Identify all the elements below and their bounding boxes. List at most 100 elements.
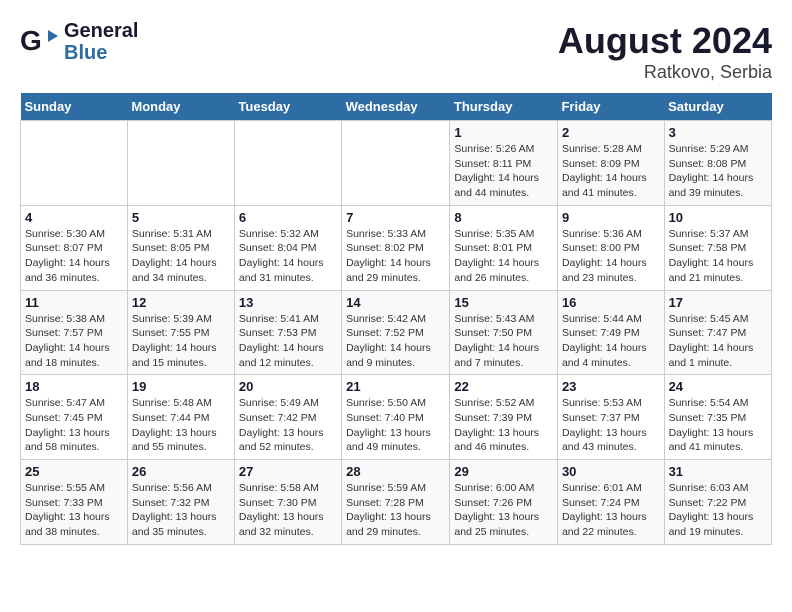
day-number: 21 [346,379,445,394]
day-cell: 28 Sunrise: 5:59 AM Sunset: 7:28 PM Dayli… [342,460,450,545]
day-number: 17 [669,295,767,310]
day-number: 8 [454,210,553,225]
day-cell: 18 Sunrise: 5:47 AM Sunset: 7:45 PM Dayli… [21,375,128,460]
day-number: 26 [132,464,230,479]
month-year: August 2024 [558,20,772,62]
week-row-1: 1 Sunrise: 5:26 AM Sunset: 8:11 PM Daylig… [21,121,772,206]
day-cell: 2 Sunrise: 5:28 AM Sunset: 8:09 PM Daylig… [557,121,664,206]
day-number: 22 [454,379,553,394]
day-info: Sunrise: 5:43 AM Sunset: 7:50 PM Dayligh… [454,312,553,371]
day-info: Sunrise: 5:36 AM Sunset: 8:00 PM Dayligh… [562,227,660,286]
day-info: Sunrise: 5:39 AM Sunset: 7:55 PM Dayligh… [132,312,230,371]
day-info: Sunrise: 6:00 AM Sunset: 7:26 PM Dayligh… [454,481,553,540]
day-info: Sunrise: 5:42 AM Sunset: 7:52 PM Dayligh… [346,312,445,371]
calendar-header-row: SundayMondayTuesdayWednesdayThursdayFrid… [21,93,772,121]
title-block: August 2024 Ratkovo, Serbia [558,20,772,83]
logo-icon: G [20,26,60,58]
day-number: 11 [25,295,123,310]
svg-text:G: G [20,26,42,56]
day-cell: 1 Sunrise: 5:26 AM Sunset: 8:11 PM Daylig… [450,121,558,206]
day-cell: 8Sunrise: 5:35 AM Sunset: 8:01 PM Daylig… [450,205,558,290]
day-number: 9 [562,210,660,225]
day-cell: 21 Sunrise: 5:50 AM Sunset: 7:40 PM Dayli… [342,375,450,460]
day-info: Sunrise: 5:38 AM Sunset: 7:57 PM Dayligh… [25,312,123,371]
day-info: Sunrise: 5:32 AM Sunset: 8:04 PM Dayligh… [239,227,337,286]
day-info: Sunrise: 5:29 AM Sunset: 8:08 PM Dayligh… [669,142,767,201]
day-cell [234,121,341,206]
header-day-thursday: Thursday [450,93,558,121]
day-cell: 6 Sunrise: 5:32 AM Sunset: 8:04 PM Daylig… [234,205,341,290]
day-number: 29 [454,464,553,479]
day-info: Sunrise: 5:55 AM Sunset: 7:33 PM Dayligh… [25,481,123,540]
day-cell: 27Sunrise: 5:58 AM Sunset: 7:30 PM Dayli… [234,460,341,545]
day-cell: 14Sunrise: 5:42 AM Sunset: 7:52 PM Dayli… [342,290,450,375]
day-number: 24 [669,379,767,394]
day-cell: 20 Sunrise: 5:49 AM Sunset: 7:42 PM Dayli… [234,375,341,460]
day-info: Sunrise: 5:54 AM Sunset: 7:35 PM Dayligh… [669,396,767,455]
day-cell: 19 Sunrise: 5:48 AM Sunset: 7:44 PM Dayli… [127,375,234,460]
day-number: 25 [25,464,123,479]
header-day-tuesday: Tuesday [234,93,341,121]
day-number: 6 [239,210,337,225]
day-number: 1 [454,125,553,140]
header-day-monday: Monday [127,93,234,121]
day-cell: 3Sunrise: 5:29 AM Sunset: 8:08 PM Daylig… [664,121,771,206]
day-cell [127,121,234,206]
day-cell: 4 Sunrise: 5:30 AM Sunset: 8:07 PM Daylig… [21,205,128,290]
day-number: 10 [669,210,767,225]
day-info: Sunrise: 5:26 AM Sunset: 8:11 PM Dayligh… [454,142,553,201]
header-day-saturday: Saturday [664,93,771,121]
day-number: 4 [25,210,123,225]
day-cell: 29 Sunrise: 6:00 AM Sunset: 7:26 PM Dayli… [450,460,558,545]
day-cell: 7 Sunrise: 5:33 AM Sunset: 8:02 PM Daylig… [342,205,450,290]
day-info: Sunrise: 5:49 AM Sunset: 7:42 PM Dayligh… [239,396,337,455]
day-number: 31 [669,464,767,479]
day-cell: 30 Sunrise: 6:01 AM Sunset: 7:24 PM Dayli… [557,460,664,545]
logo: G General Blue [20,20,138,64]
day-cell: 10 Sunrise: 5:37 AM Sunset: 7:58 PM Dayli… [664,205,771,290]
day-number: 2 [562,125,660,140]
page-header: G General Blue August 2024 Ratkovo, Serb… [20,20,772,83]
day-info: Sunrise: 5:59 AM Sunset: 7:28 PM Dayligh… [346,481,445,540]
day-info: Sunrise: 5:53 AM Sunset: 7:37 PM Dayligh… [562,396,660,455]
day-info: Sunrise: 6:01 AM Sunset: 7:24 PM Dayligh… [562,481,660,540]
day-cell: 9 Sunrise: 5:36 AM Sunset: 8:00 PM Daylig… [557,205,664,290]
day-number: 28 [346,464,445,479]
day-info: Sunrise: 5:31 AM Sunset: 8:05 PM Dayligh… [132,227,230,286]
day-number: 20 [239,379,337,394]
day-cell: 25 Sunrise: 5:55 AM Sunset: 7:33 PM Dayli… [21,460,128,545]
day-info: Sunrise: 5:47 AM Sunset: 7:45 PM Dayligh… [25,396,123,455]
week-row-4: 18 Sunrise: 5:47 AM Sunset: 7:45 PM Dayli… [21,375,772,460]
day-cell: 13Sunrise: 5:41 AM Sunset: 7:53 PM Dayli… [234,290,341,375]
day-info: Sunrise: 5:28 AM Sunset: 8:09 PM Dayligh… [562,142,660,201]
day-info: Sunrise: 5:33 AM Sunset: 8:02 PM Dayligh… [346,227,445,286]
day-cell [21,121,128,206]
day-info: Sunrise: 5:37 AM Sunset: 7:58 PM Dayligh… [669,227,767,286]
day-info: Sunrise: 5:30 AM Sunset: 8:07 PM Dayligh… [25,227,123,286]
day-info: Sunrise: 6:03 AM Sunset: 7:22 PM Dayligh… [669,481,767,540]
day-number: 7 [346,210,445,225]
day-number: 23 [562,379,660,394]
logo-text: General Blue [64,20,138,64]
day-cell: 31 Sunrise: 6:03 AM Sunset: 7:22 PM Dayli… [664,460,771,545]
day-cell: 22 Sunrise: 5:52 AM Sunset: 7:39 PM Dayli… [450,375,558,460]
week-row-5: 25 Sunrise: 5:55 AM Sunset: 7:33 PM Dayli… [21,460,772,545]
day-number: 27 [239,464,337,479]
day-cell: 24 Sunrise: 5:54 AM Sunset: 7:35 PM Dayli… [664,375,771,460]
day-info: Sunrise: 5:48 AM Sunset: 7:44 PM Dayligh… [132,396,230,455]
day-info: Sunrise: 5:52 AM Sunset: 7:39 PM Dayligh… [454,396,553,455]
day-info: Sunrise: 5:50 AM Sunset: 7:40 PM Dayligh… [346,396,445,455]
day-number: 30 [562,464,660,479]
day-cell: 5Sunrise: 5:31 AM Sunset: 8:05 PM Daylig… [127,205,234,290]
header-day-sunday: Sunday [21,93,128,121]
day-cell: 16Sunrise: 5:44 AM Sunset: 7:49 PM Dayli… [557,290,664,375]
day-info: Sunrise: 5:56 AM Sunset: 7:32 PM Dayligh… [132,481,230,540]
day-cell: 11 Sunrise: 5:38 AM Sunset: 7:57 PM Dayli… [21,290,128,375]
header-day-friday: Friday [557,93,664,121]
day-number: 19 [132,379,230,394]
day-cell: 26 Sunrise: 5:56 AM Sunset: 7:32 PM Dayli… [127,460,234,545]
day-info: Sunrise: 5:44 AM Sunset: 7:49 PM Dayligh… [562,312,660,371]
day-number: 12 [132,295,230,310]
day-number: 18 [25,379,123,394]
location: Ratkovo, Serbia [558,62,772,83]
